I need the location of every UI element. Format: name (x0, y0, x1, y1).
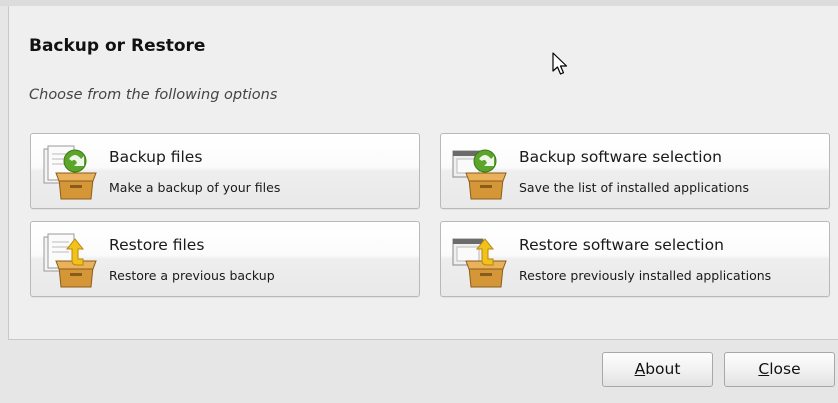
restore-software-option[interactable]: Restore software selection Restore previ… (440, 221, 830, 297)
backup-software-option[interactable]: Backup software selection Save the list … (440, 133, 830, 209)
restore-software-title: Restore software selection (519, 236, 724, 254)
backup-software-icon (452, 149, 507, 200)
backup-files-title: Backup files (109, 148, 203, 166)
close-mnemonic: C (758, 360, 770, 378)
restore-files-icon (43, 233, 97, 288)
close-button[interactable]: Close (724, 352, 835, 387)
close-label-rest: lose (769, 360, 801, 378)
restore-files-option[interactable]: Restore files Restore a previous backup (30, 221, 420, 297)
dialog-subtitle: Choose from the following options (29, 87, 278, 103)
content-panel: Backup or Restore Choose from the follow… (8, 6, 838, 340)
restore-software-icon (452, 238, 507, 288)
restore-files-title: Restore files (109, 236, 205, 254)
about-button[interactable]: About (602, 352, 713, 387)
about-label-rest: bout (645, 360, 681, 378)
restore-files-description: Restore a previous backup (109, 268, 275, 283)
mouse-cursor-icon (552, 52, 568, 75)
dialog-title: Backup or Restore (29, 36, 206, 56)
backup-software-title: Backup software selection (519, 148, 722, 166)
about-mnemonic: A (634, 360, 646, 378)
backup-restore-window: Backup or Restore Choose from the follow… (0, 0, 838, 403)
backup-software-description: Save the list of installed applications (519, 180, 749, 195)
restore-software-description: Restore previously installed application… (519, 268, 772, 283)
backup-files-option[interactable]: Backup files Make a backup of your files (30, 133, 420, 209)
backup-files-description: Make a backup of your files (109, 180, 281, 195)
backup-files-icon (43, 145, 97, 200)
